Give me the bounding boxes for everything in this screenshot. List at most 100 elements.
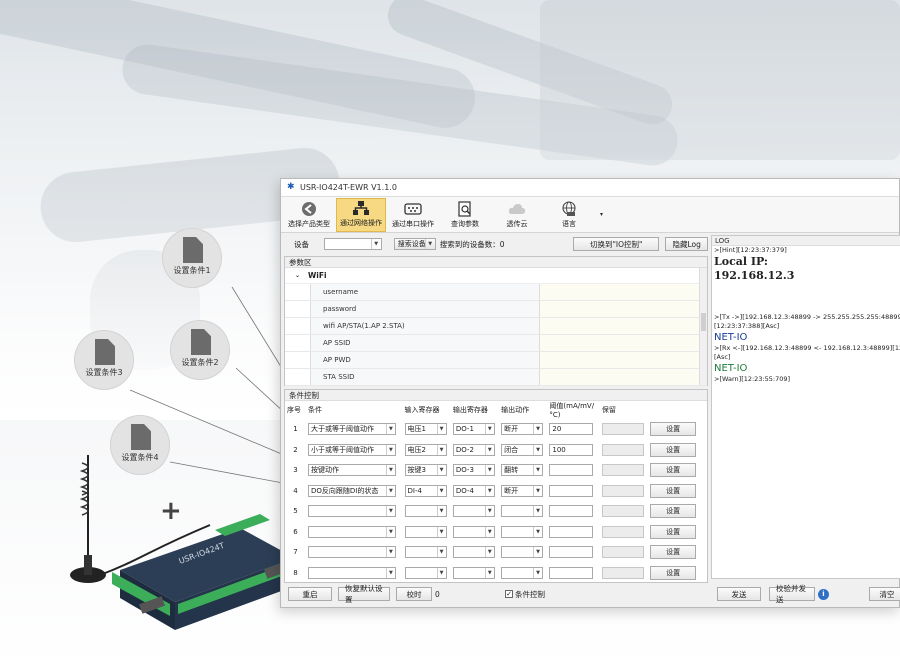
document-icon [131,424,151,450]
threshold-input[interactable]: 100 [549,443,594,456]
param-value[interactable] [540,284,707,300]
param-scrollbar[interactable] [699,268,707,385]
wifi-group-row[interactable]: ⌄ WiFi [285,268,707,284]
restart-button[interactable]: 重启 [288,587,332,601]
output-register-select[interactable]: ▼ [452,525,495,538]
set-condition-button[interactable]: 设置 [650,422,697,437]
output-register-select[interactable]: DO-3 ▼ [452,464,495,477]
table-row: 2 小于或等于阈值动作 ▼ 电压2 ▼ DO-2 ▼ 闭合 ▼ 100 设置 [285,440,707,461]
threshold-input[interactable] [549,546,594,559]
output-action-select[interactable]: ▼ [501,505,544,518]
row-number: 2 [293,445,298,454]
condition-control-checkbox[interactable]: ✓ [505,590,513,598]
select-product-type-button[interactable]: 选择产品类型 [284,198,334,232]
condition-select[interactable]: ▼ [307,546,396,559]
chevron-down-icon: ▼ [436,506,446,517]
scrollbar-thumb[interactable] [701,313,706,331]
input-register-select[interactable]: DI-4 ▼ [404,484,447,497]
hide-log-button[interactable]: 隐藏Log [665,237,708,251]
input-register-select[interactable]: ▼ [404,505,447,518]
device-label: 设备 [294,239,309,249]
set-condition-button[interactable]: 设置 [650,504,697,519]
condition-select[interactable]: DO反向跟随DI的状态 ▼ [307,484,396,497]
set-condition-button[interactable]: 设置 [650,442,697,457]
chevron-down-icon: ▼ [436,485,446,496]
input-register-select[interactable]: ▼ [404,525,447,538]
input-register-select[interactable]: 按键3 ▼ [404,464,447,477]
condition-select[interactable]: 按键动作 ▼ [307,464,396,477]
param-row-password[interactable]: password [285,301,707,318]
serial-operation-button[interactable]: 通过串口操作 [388,198,438,232]
search-device-dropdown[interactable]: 搜索设备 ▼ [393,238,436,250]
restore-defaults-button[interactable]: 恢复默认设置 [338,584,390,604]
set-condition-button[interactable]: 设置 [650,483,697,498]
output-action-select[interactable]: 断开 ▼ [501,484,544,497]
set-condition-button[interactable]: 设置 [650,524,697,539]
output-action-select[interactable]: ▼ [501,525,544,538]
output-register-select[interactable]: ▼ [452,505,495,518]
param-value[interactable] [540,318,707,334]
condition-select[interactable]: ▼ [307,525,396,538]
threshold-input[interactable] [549,505,594,518]
query-params-button[interactable]: 查询参数 [440,198,490,232]
language-button[interactable]: 语言 [544,198,594,232]
param-value[interactable] [540,301,707,317]
threshold-input[interactable] [549,566,594,579]
input-register-select[interactable]: ▼ [404,546,447,559]
param-row-wifi-mode[interactable]: wifi AP/STA(1.AP 2.STA) [285,318,707,335]
threshold-input[interactable] [549,464,594,477]
output-register-select[interactable]: DO-1 ▼ [452,423,495,436]
calibrate-time-button[interactable]: 校时 [396,587,432,601]
param-row-sta-ssid[interactable]: STA SSID [285,369,707,386]
output-action-select[interactable]: 翻转 ▼ [501,464,544,477]
condition-select[interactable]: 小于或等于阈值动作 ▼ [307,443,396,456]
clear-log-button[interactable]: 清空 [869,587,900,601]
input-register-select[interactable]: 电压1 ▼ [404,423,447,436]
input-register-select[interactable]: 电压2 ▼ [404,443,447,456]
check-and-send-button[interactable]: 校验并发送 [769,584,815,604]
set-cell: 设置 [648,460,707,481]
set-condition-button[interactable]: 设置 [650,463,697,478]
output-action-select[interactable]: 闭合 ▼ [501,443,544,456]
output-register-select[interactable]: ▼ [452,546,495,559]
condition-select[interactable]: ▼ [307,505,396,518]
device-select[interactable]: ▼ [324,238,382,250]
network-operation-button[interactable]: 通过网络操作 [336,198,386,232]
table-row: 7 ▼ ▼ ▼ ▼ 设置 [285,542,707,563]
output-register-select[interactable]: DO-2 ▼ [452,443,495,456]
row-number: 1 [293,425,298,434]
condition-select[interactable]: ▼ [307,566,396,579]
param-value[interactable] [540,352,707,368]
chevron-down-icon: ▼ [385,526,395,537]
param-row-ap-ssid[interactable]: AP SSID [285,335,707,352]
wifi-group-label: WiFi [308,271,327,280]
threshold-input[interactable] [549,484,594,497]
threshold-input[interactable]: 20 [549,423,594,436]
output-action-select-value: 断开 [504,425,519,434]
send-button[interactable]: 发送 [717,587,761,601]
param-row-username[interactable]: username [285,284,707,301]
cloud-button[interactable]: 透传云 [492,198,542,232]
condition-select[interactable]: 大于或等于阈值动作 ▼ [307,423,396,436]
set-condition-button[interactable]: 设置 [650,545,697,560]
info-icon[interactable]: i [818,588,829,600]
cloud-icon [508,201,526,217]
switch-io-control-button[interactable]: 切换到"IO控制" [573,237,660,251]
chevron-down-icon: ▼ [484,567,494,578]
param-row-ap-pwd[interactable]: AP PWD [285,352,707,369]
output-action-select[interactable]: ▼ [501,566,544,579]
input-register-select[interactable]: ▼ [404,566,447,579]
output-register-select[interactable]: DO-4 ▼ [452,484,495,497]
reserved-cell [600,440,648,461]
output-register-select[interactable]: ▼ [452,566,495,579]
output-action-select[interactable]: 断开 ▼ [501,423,544,436]
toolbar: 选择产品类型 通过网络操作 通过串口操作 查询参数 透传云 语言 ▾ [281,197,899,233]
toolbar-dropdown-icon[interactable]: ▾ [600,211,610,218]
set-condition-button[interactable]: 设置 [650,565,697,580]
output-action-select[interactable]: ▼ [501,546,544,559]
threshold-input[interactable] [549,525,594,538]
param-value[interactable] [540,335,707,351]
param-value[interactable] [540,369,707,385]
left-pane: 设备 ▼ 搜索设备 ▼ 搜索到的设备数：0 切换到"IO控制" 隐藏Log 参数… [284,235,708,599]
condition-select-value: 按键动作 [310,466,339,475]
